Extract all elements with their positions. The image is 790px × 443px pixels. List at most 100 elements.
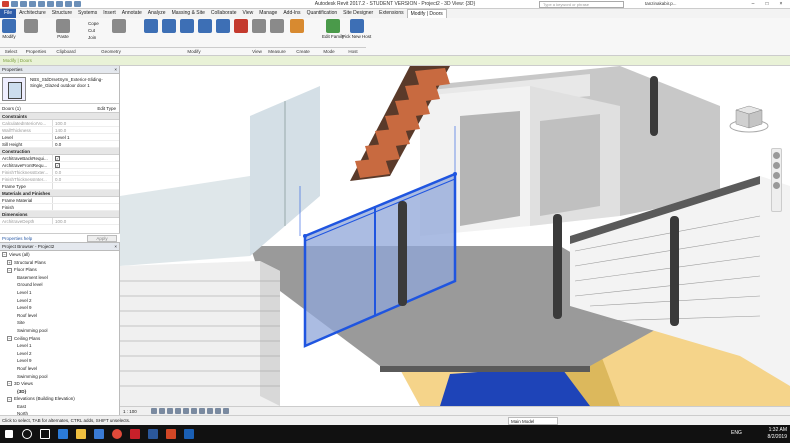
property-value[interactable]: 100.0 [52,120,119,126]
sun-path-icon[interactable] [167,408,173,414]
browser-item[interactable]: Level 2 [0,350,119,358]
search-input[interactable]: Type a keyword or phrase [539,1,624,8]
type-selector[interactable]: NBS_StdDrsetSym_Exterior-Sliding-Single_… [0,74,119,104]
checkbox[interactable]: ✓ [55,156,60,161]
property-value[interactable]: 0.0 [52,169,119,175]
lock-view-icon[interactable] [207,408,213,414]
tab-architecture[interactable]: Architecture [16,9,49,18]
checkbox[interactable]: ✓ [55,163,60,168]
edit-family-button[interactable]: Edit Family [322,19,344,39]
property-row[interactable]: WallThickness 140.0 [0,127,119,134]
browser-item[interactable]: Level 1 [0,289,119,297]
browser-item[interactable]: {3D} [0,388,119,396]
tab-file[interactable]: File [0,9,17,18]
taskbar-revit[interactable] [180,425,198,443]
steering-wheel-icon[interactable] [773,152,780,159]
browser-item[interactable]: East [0,403,119,411]
browser-item[interactable]: Level 2 [0,297,119,305]
tab-analyze[interactable]: Analyze [145,9,169,18]
section-header[interactable]: Materials and Finishes [0,190,119,197]
move-tool[interactable] [162,19,176,34]
property-value[interactable] [52,197,119,203]
taskbar-powerpoint[interactable] [162,425,180,443]
expand-icon[interactable]: + [7,259,12,265]
collapse-icon[interactable]: − [7,267,12,273]
task-view-button[interactable] [36,425,54,443]
view-scale[interactable]: 1 : 100 [120,407,150,415]
edit-type-button[interactable]: Edit Type [97,104,116,113]
property-row[interactable]: ArchitraveBackRequi... ✓ [0,155,119,162]
collapse-icon[interactable]: − [7,335,12,341]
minimize-button[interactable]: – [746,0,760,9]
rotate-tool[interactable] [180,19,194,34]
taskbar-acrobat[interactable] [126,425,144,443]
tab-quantification[interactable]: Quantification [304,9,341,18]
instance-filter[interactable]: Doors (1) Edit Type [0,104,119,113]
browser-item[interactable]: Level 9 [0,357,119,365]
hide-isolate-icon[interactable] [215,408,221,414]
tab-massing-site[interactable]: Massing & Site [169,9,208,18]
properties-help-link[interactable]: Properties help [2,236,32,241]
property-value[interactable]: 0.0 [52,176,119,182]
close-icon[interactable]: × [114,243,117,251]
join-button[interactable]: Join [88,34,99,41]
user-account[interactable]: tanzinakabir.p... [645,1,677,6]
section-header[interactable]: Constraints [0,113,119,120]
trim-tool[interactable] [216,19,230,34]
browser-item[interactable]: Roof level [0,365,119,373]
shadows-icon[interactable] [175,408,181,414]
section-header[interactable]: Dimensions [0,211,119,218]
paste-button[interactable]: Paste [56,19,70,39]
detail-level-icon[interactable] [151,408,157,414]
cut-button[interactable]: Cut [88,27,99,34]
property-row[interactable]: FinishThicknessInter... 0.0 [0,176,119,183]
browser-item[interactable]: − Floor Plans [0,266,119,274]
property-value[interactable] [52,204,119,210]
taskbar-word[interactable] [144,425,162,443]
property-value[interactable]: 100.0 [52,218,119,224]
browser-item[interactable]: − Ceiling Plans [0,335,119,343]
property-value[interactable]: 0.0 [52,141,119,147]
navigation-bar[interactable] [771,148,782,212]
3d-viewport[interactable] [120,66,790,406]
property-row[interactable]: Frame Type [0,183,119,190]
tab-systems[interactable]: Systems [75,9,100,18]
close-button[interactable]: × [774,0,788,9]
render-icon[interactable] [183,408,189,414]
group-select[interactable]: Select [0,47,22,55]
mirror-tool[interactable] [198,19,212,34]
delete-tool[interactable] [234,19,248,34]
collapse-icon[interactable]: − [7,381,12,387]
property-row[interactable]: Sill Height 0.0 [0,141,119,148]
browser-item[interactable]: Roof level [0,312,119,320]
tab-manage[interactable]: Manage [256,9,280,18]
model-scene[interactable] [120,66,790,406]
taskbar-explorer[interactable] [72,425,90,443]
taskbar-store[interactable] [90,425,108,443]
taskbar-edge[interactable] [54,425,72,443]
property-row[interactable]: FinishThicknessExter... 0.0 [0,169,119,176]
model-selector[interactable]: Main Model [508,417,558,425]
language-indicator[interactable]: ENG [731,430,742,436]
tab-modify-doors[interactable]: Modify | Doors [406,8,447,19]
tab-add-ins[interactable]: Add-Ins [280,9,303,18]
taskbar-chrome[interactable] [108,425,126,443]
reveal-hidden-icon[interactable] [223,408,229,414]
align-tool[interactable] [144,19,158,34]
tab-insert[interactable]: Insert [100,9,119,18]
tab-view[interactable]: View [240,9,257,18]
modify-button[interactable]: Modify [2,19,16,39]
browser-item[interactable]: Ground level [0,281,119,289]
close-icon[interactable]: × [114,66,117,74]
browser-item[interactable]: −3D Views [0,380,119,388]
visual-style-icon[interactable] [159,408,165,414]
browser-item[interactable]: Swimming pool [0,327,119,335]
apply-button[interactable]: Apply [87,235,117,242]
tab-site-designer[interactable]: Site Designer [340,9,376,18]
measure-tool[interactable] [270,19,284,34]
view-tool[interactable] [252,19,266,34]
zoom-icon[interactable] [773,162,780,169]
viewcube[interactable] [728,102,770,134]
cope-button[interactable]: Cope [88,20,99,27]
property-row[interactable]: Level Level 1 [0,134,119,141]
